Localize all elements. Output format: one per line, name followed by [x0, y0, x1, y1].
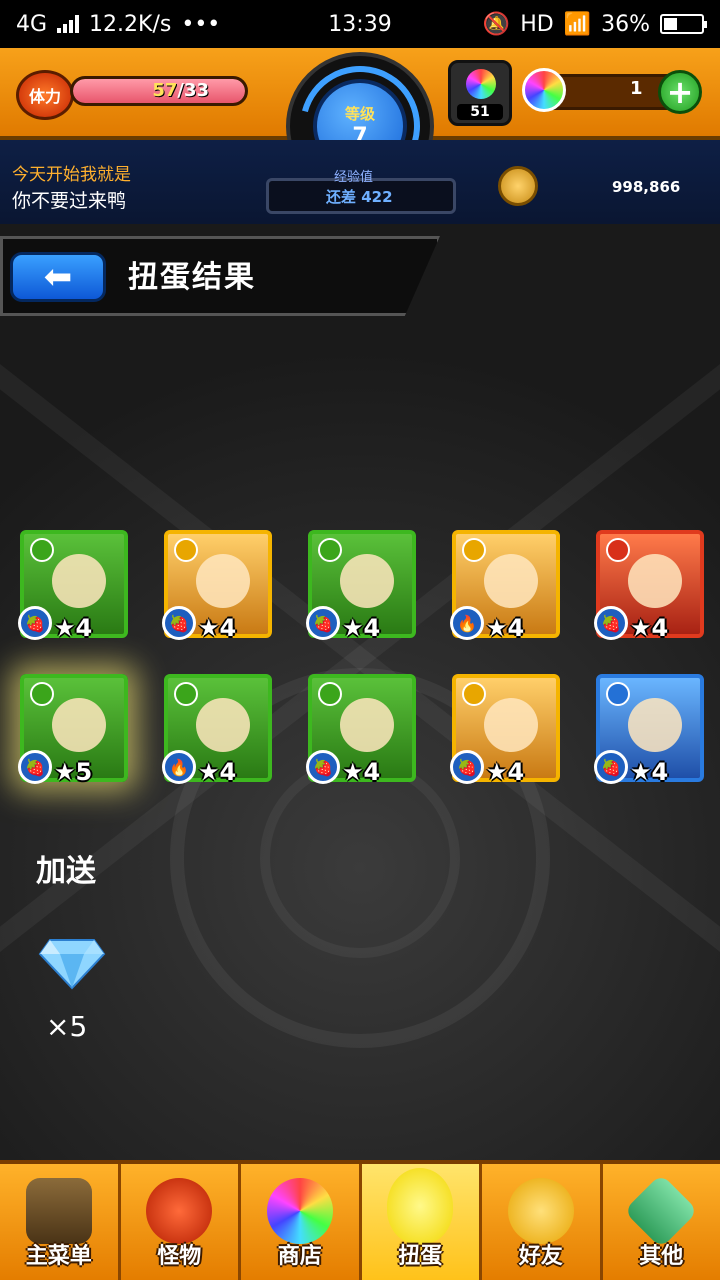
wood-element-icon — [30, 682, 54, 706]
monster-card[interactable]: 🍓 ★4 — [306, 530, 416, 642]
monster-portrait — [340, 554, 394, 608]
nav-gacha[interactable]: 扭蛋 — [361, 1164, 482, 1280]
mute-icon: 🔕 — [482, 11, 511, 37]
star-rarity: ★4 — [342, 614, 381, 642]
stamina-bar: 57/33 — [70, 76, 248, 106]
network-type: 4G — [16, 11, 48, 37]
egg-icon — [387, 1168, 454, 1244]
star-rarity: ★5 — [54, 758, 93, 786]
nav-shop[interactable]: 商店 — [241, 1164, 362, 1280]
monster-card[interactable]: 🔥 ★4 — [450, 530, 560, 642]
exp-remaining: 还差 422 — [326, 188, 393, 206]
nav-other[interactable]: 其他 — [603, 1164, 720, 1280]
type-badge-icon: 🔥 — [450, 606, 484, 640]
monster-portrait — [196, 698, 250, 752]
orb-count: 51 — [457, 104, 503, 120]
coin-count: 998,866 — [612, 178, 681, 196]
orb-counter[interactable]: 51 — [448, 60, 512, 126]
monster-portrait — [52, 554, 106, 608]
rainbow-orb-icon — [266, 1178, 333, 1244]
type-badge-icon: 🍓 — [450, 750, 484, 784]
monster-card[interactable]: 🍓 ★4 — [594, 674, 704, 786]
status-bar: 4G 12.2K/s ••• 13:39 🔕 HD 📶 36% — [0, 0, 720, 48]
coin-icon — [498, 166, 538, 206]
battery-icon — [660, 14, 707, 34]
star-rarity: ★4 — [486, 614, 525, 642]
wood-element-icon — [174, 682, 198, 706]
nav-monsters[interactable]: 怪物 — [121, 1164, 241, 1280]
stamina-icon: 体力 — [16, 70, 74, 120]
nav-label: 扭蛋 — [398, 1244, 443, 1269]
nav-friends[interactable]: 好友 — [482, 1164, 603, 1280]
monster-card[interactable]: 🍓 ★5 — [18, 674, 128, 786]
light-element-icon — [462, 538, 486, 562]
nav-label: 其他 — [639, 1244, 684, 1269]
page-title: 扭蛋结果 — [128, 260, 256, 295]
diamond-count: ×5 — [46, 1010, 88, 1043]
gate-icon — [25, 1178, 92, 1244]
hd-indicator: HD — [520, 11, 554, 37]
nav-label: 怪物 — [157, 1244, 202, 1269]
more-dots: ••• — [181, 11, 221, 37]
monster-card[interactable]: 🔥 ★4 — [162, 674, 272, 786]
bottom-nav: 主菜单 怪物 商店 扭蛋 好友 其他 — [0, 1160, 720, 1280]
rainbow-gem-icon — [522, 68, 566, 112]
gem-count: 1 — [630, 78, 643, 99]
bonus-label: 加送 — [36, 854, 96, 889]
water-element-icon — [606, 682, 630, 706]
monster-portrait — [52, 698, 106, 752]
wood-element-icon — [318, 682, 342, 706]
star-rarity: ★4 — [198, 758, 237, 786]
star-rarity: ★4 — [630, 758, 669, 786]
add-gem-button[interactable]: + — [658, 70, 702, 114]
monster-card[interactable]: 🍓 ★4 — [306, 674, 416, 786]
nav-label: 商店 — [277, 1244, 322, 1269]
star-rarity: ★4 — [54, 614, 93, 642]
star-rarity: ★4 — [198, 614, 237, 642]
monster-portrait — [484, 554, 538, 608]
player-title: 今天开始我就是 — [12, 165, 131, 185]
wood-element-icon — [30, 538, 54, 562]
signal-icon — [57, 15, 80, 33]
wood-element-icon — [318, 538, 342, 562]
monster-card[interactable]: 🍓 ★4 — [162, 530, 272, 642]
exp-label: 经验值 — [334, 170, 374, 185]
monster-portrait — [628, 698, 682, 752]
star-rarity: ★4 — [630, 614, 669, 642]
light-element-icon — [462, 682, 486, 706]
nav-label: 主菜单 — [25, 1244, 92, 1269]
star-rarity: ★4 — [486, 758, 525, 786]
friends-icon — [507, 1178, 574, 1244]
diamond-icon — [38, 939, 106, 990]
bg-emblem-inner — [260, 758, 460, 958]
battery-percent: 36% — [601, 11, 650, 37]
wifi-icon: 📶 — [563, 11, 592, 37]
monster-card[interactable]: 🍓 ★4 — [594, 530, 704, 642]
type-badge-icon: 🍓 — [306, 750, 340, 784]
monster-portrait — [628, 554, 682, 608]
nav-label: 好友 — [518, 1244, 563, 1269]
fire-element-icon — [606, 538, 630, 562]
star-rarity: ★4 — [342, 758, 381, 786]
monster-portrait — [196, 554, 250, 608]
monster-portrait — [484, 698, 538, 752]
monster-card[interactable]: 🍓 ★4 — [450, 674, 560, 786]
type-badge-icon: 🍓 — [594, 750, 628, 784]
back-button[interactable]: ⬅ — [10, 252, 106, 302]
type-badge-icon: 🍓 — [18, 750, 52, 784]
monster-portrait — [340, 698, 394, 752]
network-speed: 12.2K/s — [89, 11, 172, 37]
light-element-icon — [174, 538, 198, 562]
orb-icon — [466, 69, 496, 99]
monster-card[interactable]: 🍓 ★4 — [18, 530, 128, 642]
type-badge-icon: 🔥 — [162, 750, 196, 784]
player-name: 你不要过来鸭 — [12, 190, 127, 212]
type-badge-icon: 🍓 — [594, 606, 628, 640]
stamina-text: 57/33 — [152, 80, 209, 101]
type-badge-icon: 🍓 — [18, 606, 52, 640]
dragon-icon — [146, 1178, 213, 1244]
type-badge-icon: 🍓 — [306, 606, 340, 640]
type-badge-icon: 🍓 — [162, 606, 196, 640]
nav-main-menu[interactable]: 主菜单 — [0, 1164, 121, 1280]
